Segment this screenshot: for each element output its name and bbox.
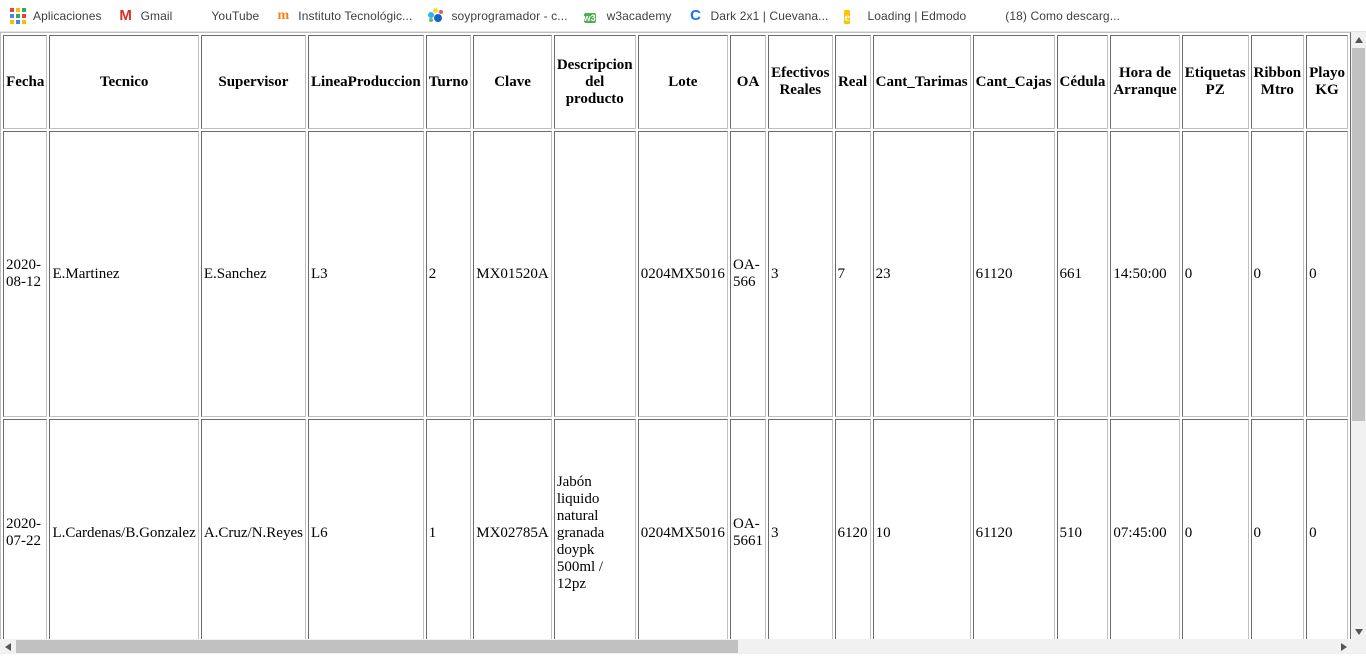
cell-ribbon-mtro: 0 bbox=[1250, 419, 1305, 639]
horizontal-scrollbar-thumb[interactable] bbox=[16, 640, 738, 653]
chevron-right-icon bbox=[1340, 642, 1347, 651]
cell-etiquetas-pz: 0 bbox=[1181, 131, 1249, 417]
scroll-right-button[interactable] bbox=[1336, 639, 1351, 654]
scrollbar-corner bbox=[1351, 639, 1366, 654]
cell-hora-arranque: 07:45:00 bbox=[1110, 419, 1180, 639]
cell-fecha: 2020-07-22 bbox=[3, 419, 48, 639]
column-header-lote[interactable]: Lote bbox=[637, 35, 729, 129]
column-header-lineaproduccion[interactable]: LineaProduccion bbox=[307, 35, 424, 129]
column-header-supervisor[interactable]: Supervisor bbox=[200, 35, 306, 129]
cell-lote: 0204MX5016 bbox=[637, 419, 729, 639]
bookmarks-bar: Aplicaciones M Gmail YouTube m Instituto… bbox=[0, 0, 1366, 32]
cell-playo-kg: 0 bbox=[1306, 131, 1348, 417]
bookmark-label: soyprogramador - c... bbox=[451, 8, 568, 23]
column-header-etiquetas-pz[interactable]: Etiquetas PZ bbox=[1181, 35, 1249, 129]
cell-playo-kg: 0 bbox=[1306, 419, 1348, 639]
column-header-oa[interactable]: OA bbox=[730, 35, 767, 129]
cell-hora-arranque: 14:50:00 bbox=[1110, 131, 1180, 417]
cell-fecha: 2020-08-12 bbox=[3, 131, 48, 417]
bookmark-gmail[interactable]: M Gmail bbox=[118, 4, 181, 28]
bookmark-label: YouTube bbox=[211, 8, 260, 23]
moodle-icon: m bbox=[277, 7, 290, 23]
cell-cant-cajas: 61120 bbox=[972, 131, 1055, 417]
bookmark-label: Gmail bbox=[140, 8, 173, 23]
cuevana-icon: C bbox=[690, 6, 701, 24]
chevron-down-icon bbox=[1354, 628, 1363, 635]
column-header-hora-arranque[interactable]: Hora de Arranque bbox=[1110, 35, 1180, 129]
cell-clave: MX02785A bbox=[473, 419, 552, 639]
production-data-table: Fecha Tecnico Supervisor LineaProduccion… bbox=[0, 32, 1351, 639]
chevron-left-icon bbox=[4, 642, 11, 651]
cell-tecnico: L.Cardenas/B.Gonzalez bbox=[49, 419, 199, 639]
table-row[interactable]: 2020-08-12 E.Martinez E.Sanchez L3 2 MX0… bbox=[3, 131, 1348, 417]
cell-efectivos-reales: 3 bbox=[768, 419, 833, 639]
cell-descripcion: Jabón liquido natural granada doypk 500m… bbox=[553, 419, 636, 639]
bookmark-label: Loading | Edmodo bbox=[867, 8, 967, 23]
column-header-real[interactable]: Real bbox=[834, 35, 871, 129]
edmodo-icon: e bbox=[844, 9, 850, 24]
cell-etiquetas-pz: 0 bbox=[1181, 419, 1249, 639]
column-header-clave[interactable]: Clave bbox=[473, 35, 552, 129]
bookmark-edmodo[interactable]: e Loading | Edmodo bbox=[844, 4, 974, 28]
column-header-ribbon-mtro[interactable]: Ribbon Mtro bbox=[1250, 35, 1305, 129]
chevron-up-icon bbox=[1354, 36, 1363, 43]
scroll-down-button[interactable] bbox=[1351, 624, 1366, 639]
bookmark-label: Aplicaciones bbox=[33, 8, 102, 23]
scroll-up-button[interactable] bbox=[1351, 32, 1366, 47]
cell-cant-cajas: 61120 bbox=[972, 419, 1055, 639]
cell-descripcion bbox=[553, 131, 636, 417]
cell-efectivos-reales: 3 bbox=[768, 131, 833, 417]
cell-clave: MX01520A bbox=[473, 131, 552, 417]
table-scroll-area: Fecha Tecnico Supervisor LineaProduccion… bbox=[0, 32, 1351, 639]
cell-lineaproduccion: L6 bbox=[307, 419, 424, 639]
bookmark-aplicaciones[interactable]: Aplicaciones bbox=[10, 4, 110, 28]
page-viewport: Fecha Tecnico Supervisor LineaProduccion… bbox=[0, 32, 1366, 654]
column-header-playo-kg[interactable]: Playo KG bbox=[1306, 35, 1348, 129]
cell-cant-tarimas: 10 bbox=[872, 419, 971, 639]
cell-real: 7 bbox=[834, 131, 871, 417]
column-header-efectivos-reales[interactable]: Efectivos Reales bbox=[768, 35, 833, 129]
column-header-tecnico[interactable]: Tecnico bbox=[49, 35, 199, 129]
bookmark-instituto-tecnologico[interactable]: m Instituto Tecnológic... bbox=[275, 4, 420, 28]
column-header-cedula[interactable]: Cédula bbox=[1056, 35, 1109, 129]
vertical-scrollbar-thumb[interactable] bbox=[1352, 48, 1365, 421]
cell-lineaproduccion: L3 bbox=[307, 131, 424, 417]
cell-real: 6120 bbox=[834, 419, 871, 639]
cell-tecnico: E.Martinez bbox=[49, 131, 199, 417]
cell-ribbon-mtro: 0 bbox=[1250, 131, 1305, 417]
cell-supervisor: A.Cruz/N.Reyes bbox=[200, 419, 306, 639]
bookmark-cuevana[interactable]: C Dark 2x1 | Cuevana... bbox=[688, 4, 837, 28]
bookmark-como-descargar[interactable]: (18) Como descarg... bbox=[982, 4, 1128, 28]
cell-cant-tarimas: 23 bbox=[872, 131, 971, 417]
column-header-turno[interactable]: Turno bbox=[425, 35, 472, 129]
apps-grid-icon bbox=[10, 7, 26, 24]
cell-oa: OA-566 bbox=[730, 131, 767, 417]
column-header-cant-tarimas[interactable]: Cant_Tarimas bbox=[872, 35, 971, 129]
bookmark-label: (18) Como descarg... bbox=[1005, 8, 1120, 23]
bookmark-soyprogramador[interactable]: soyprogramador - c... bbox=[428, 4, 575, 28]
cell-turno: 2 bbox=[425, 131, 472, 417]
cell-oa: OA-5661 bbox=[730, 419, 767, 639]
w3-icon: w3 bbox=[583, 12, 596, 23]
bookmark-w3academy[interactable]: w3 w3academy bbox=[583, 4, 680, 28]
cell-turno: 1 bbox=[425, 419, 472, 639]
gmail-icon: M bbox=[119, 6, 132, 24]
splash-icon bbox=[428, 7, 444, 24]
column-header-descripcion[interactable]: Descripcion del producto bbox=[553, 35, 636, 129]
youtube-icon bbox=[188, 8, 204, 24]
cell-cedula: 510 bbox=[1056, 419, 1109, 639]
column-header-fecha[interactable]: Fecha bbox=[3, 35, 48, 129]
table-row[interactable]: 2020-07-22 L.Cardenas/B.Gonzalez A.Cruz/… bbox=[3, 419, 1348, 639]
cell-supervisor: E.Sanchez bbox=[200, 131, 306, 417]
bookmark-label: Dark 2x1 | Cuevana... bbox=[710, 8, 829, 23]
cell-lote: 0204MX5016 bbox=[637, 131, 729, 417]
scroll-left-button[interactable] bbox=[0, 639, 15, 654]
column-header-cant-cajas[interactable]: Cant_Cajas bbox=[972, 35, 1055, 129]
bookmark-label: Instituto Tecnológic... bbox=[298, 8, 413, 23]
bookmark-label: w3academy bbox=[606, 8, 672, 23]
cell-cedula: 661 bbox=[1056, 131, 1109, 417]
youtube-icon bbox=[982, 8, 998, 24]
table-header-row: Fecha Tecnico Supervisor LineaProduccion… bbox=[3, 35, 1348, 129]
bookmark-youtube[interactable]: YouTube bbox=[188, 4, 267, 28]
